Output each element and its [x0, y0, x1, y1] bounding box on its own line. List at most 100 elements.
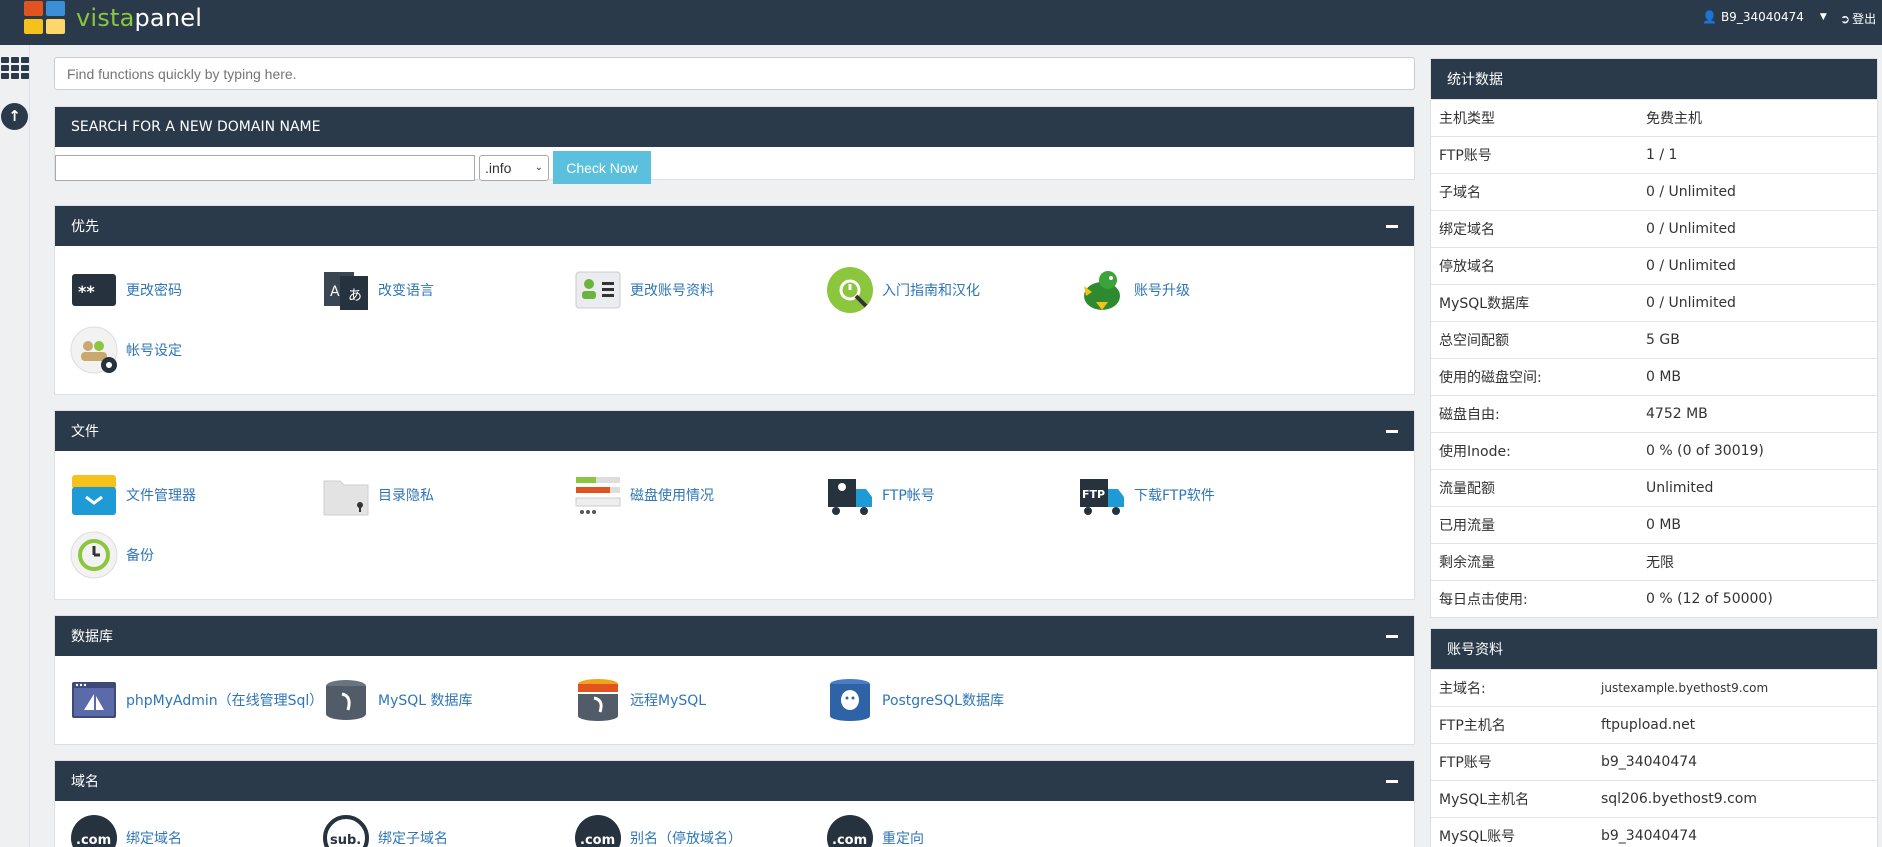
stat-key: MySQL数据库 [1439, 296, 1530, 312]
account-key: FTP主机名 [1439, 718, 1506, 734]
com-domain-icon: .com [70, 814, 118, 847]
logout-label: 登出 [1852, 12, 1877, 26]
language-icon: Aあ [322, 266, 370, 314]
ftp-accounts-link[interactable]: FTP帐号 [826, 470, 1076, 520]
priority-title: 优先 [71, 219, 99, 235]
stat-key: 已用流量 [1439, 518, 1495, 534]
item-label: 重定向 [882, 831, 924, 847]
account-key: MySQL账号 [1439, 829, 1516, 845]
database-title: 数据库 [71, 629, 113, 645]
apps-grid-icon[interactable] [1, 57, 29, 79]
subdomains-link[interactable]: sub. 绑定子域名 [322, 813, 572, 847]
domain-search-panel: SEARCH FOR A NEW DOMAIN NAME .info ⌄ Che… [54, 106, 1415, 184]
tld-select[interactable]: .info ⌄ [479, 154, 549, 181]
quick-search-input[interactable] [54, 57, 1415, 90]
stat-value: 0 / Unlimited [1646, 258, 1736, 274]
stat-key: 每日点击使用: [1439, 592, 1528, 608]
account-value: ftpupload.net [1601, 717, 1696, 733]
stat-key: FTP账号 [1439, 148, 1492, 164]
domains-header[interactable]: 域名 [55, 761, 1414, 801]
password-icon: ** [70, 266, 118, 314]
account-key: 主域名: [1439, 681, 1486, 697]
parked-domains-link[interactable]: .com 别名（停放域名） [574, 813, 824, 847]
account-value: sql206.byethost9.com [1601, 791, 1757, 807]
check-now-button[interactable]: Check Now [553, 151, 651, 184]
file-manager-link[interactable]: 文件管理器 [70, 470, 320, 520]
item-label: 下载FTP软件 [1134, 488, 1215, 504]
account-row: MySQL主机名 sql206.byethost9.com [1431, 780, 1877, 817]
postgresql-icon [826, 676, 874, 724]
left-rail [0, 45, 30, 847]
domain-name-input[interactable] [55, 154, 475, 181]
top-navbar: vistapanel 👤 B9_34040474 ▼ ➲ 登出 [0, 0, 1882, 45]
phpmyadmin-link[interactable]: phpMyAdmin（在线管理Sql） [70, 675, 330, 725]
user-icon: 👤 [1702, 10, 1717, 24]
dragon-icon [1078, 266, 1126, 314]
stat-value: 4752 MB [1646, 406, 1708, 422]
svg-text:.com: .com [832, 833, 867, 847]
stats-row: 使用Inode: 0 % (0 of 30019) [1431, 432, 1877, 469]
database-panel: 数据库 phpMyAdmin（在线管理Sql） MySQL 数据库 远程MySQ… [54, 615, 1415, 745]
redirects-link[interactable]: .com 重定向 [826, 813, 1076, 847]
directory-privacy-link[interactable]: 目录隐私 [322, 470, 572, 520]
stat-key: 子域名 [1439, 185, 1481, 201]
change-language-link[interactable]: Aあ 改变语言 [322, 265, 572, 315]
item-label: 入门指南和汉化 [882, 283, 980, 299]
file-manager-icon [70, 471, 118, 519]
account-value: b9_34040474 [1601, 754, 1698, 770]
stat-value: 0 / Unlimited [1646, 184, 1736, 200]
collapse-icon[interactable] [1386, 779, 1398, 783]
collapse-icon[interactable] [1386, 429, 1398, 433]
item-label: MySQL 数据库 [378, 693, 473, 709]
stat-value: 免费主机 [1646, 111, 1702, 127]
logout-link[interactable]: ➲ 登出 [1840, 10, 1876, 27]
download-ftp-software-link[interactable]: FTP 下载FTP软件 [1078, 470, 1328, 520]
change-account-details-link[interactable]: 更改账号资料 [574, 265, 824, 315]
item-label: 账号升级 [1134, 283, 1190, 299]
chevron-down-icon: ⌄ [534, 162, 543, 173]
svg-text:あ: あ [348, 288, 362, 304]
priority-header[interactable]: 优先 [55, 206, 1414, 246]
stats-title: 统计数据 [1447, 72, 1503, 88]
username: B9_34040474 [1720, 10, 1804, 24]
ftp-truck-icon [826, 471, 874, 519]
account-value: justexample.byethost9.com [1601, 681, 1769, 695]
collapse-icon[interactable] [1386, 224, 1398, 228]
stats-row: 流量配额 Unlimited [1431, 469, 1877, 506]
stats-row: 使用的磁盘空间: 0 MB [1431, 358, 1877, 395]
stats-row: 子域名 0 / Unlimited [1431, 173, 1877, 210]
postgresql-databases-link[interactable]: PostgreSQL数据库 [826, 675, 1076, 725]
addon-domains-link[interactable]: .com 绑定域名 [70, 813, 320, 847]
domains-panel: 域名 .com 绑定域名 sub. 绑定子域名 .com 别名（停放域名） .c… [54, 760, 1415, 847]
remote-mysql-link[interactable]: 远程MySQL [574, 675, 824, 725]
vistapanel-logo[interactable]: vistapanel [24, 0, 202, 36]
item-label: 绑定域名 [126, 831, 182, 847]
upgrade-account-link[interactable]: 账号升级 [1078, 265, 1328, 315]
item-label: 别名（停放域名） [630, 831, 742, 847]
database-header[interactable]: 数据库 [55, 616, 1414, 656]
stat-key: 绑定域名 [1439, 222, 1495, 238]
priority-panel: 优先 ** 更改密码 Aあ 改变语言 更改账号资料 入门指南和汉化 账号升级 帐… [54, 205, 1415, 395]
account-key: MySQL主机名 [1439, 792, 1530, 808]
upload-icon[interactable]: ↑ [1, 103, 28, 130]
stat-key: 停放域名 [1439, 259, 1495, 275]
stats-row: 剩余流量 无限 [1431, 543, 1877, 580]
account-settings-link[interactable]: 帐号设定 [70, 325, 320, 375]
mysql-icon [322, 676, 370, 724]
backup-link[interactable]: 备份 [70, 530, 320, 580]
stats-row: 总空间配额 5 GB [1431, 321, 1877, 358]
item-label: 文件管理器 [126, 488, 196, 504]
user-menu[interactable]: 👤 B9_34040474 ▼ [1702, 10, 1827, 24]
disk-usage-link[interactable]: 磁盘使用情况 [574, 470, 824, 520]
item-label: 更改账号资料 [630, 283, 714, 299]
collapse-icon[interactable] [1386, 634, 1398, 638]
files-header[interactable]: 文件 [55, 411, 1414, 451]
domains-title: 域名 [71, 774, 99, 790]
stat-value: 0 / Unlimited [1646, 295, 1736, 311]
change-password-link[interactable]: ** 更改密码 [70, 265, 320, 315]
getting-started-link[interactable]: 入门指南和汉化 [826, 265, 1076, 315]
account-info-panel: 账号资料 主域名: justexample.byethost9.com FTP主机… [1430, 628, 1878, 847]
mysql-databases-link[interactable]: MySQL 数据库 [322, 675, 572, 725]
stats-row: 绑定域名 0 / Unlimited [1431, 210, 1877, 247]
stat-value: 5 GB [1646, 332, 1680, 348]
